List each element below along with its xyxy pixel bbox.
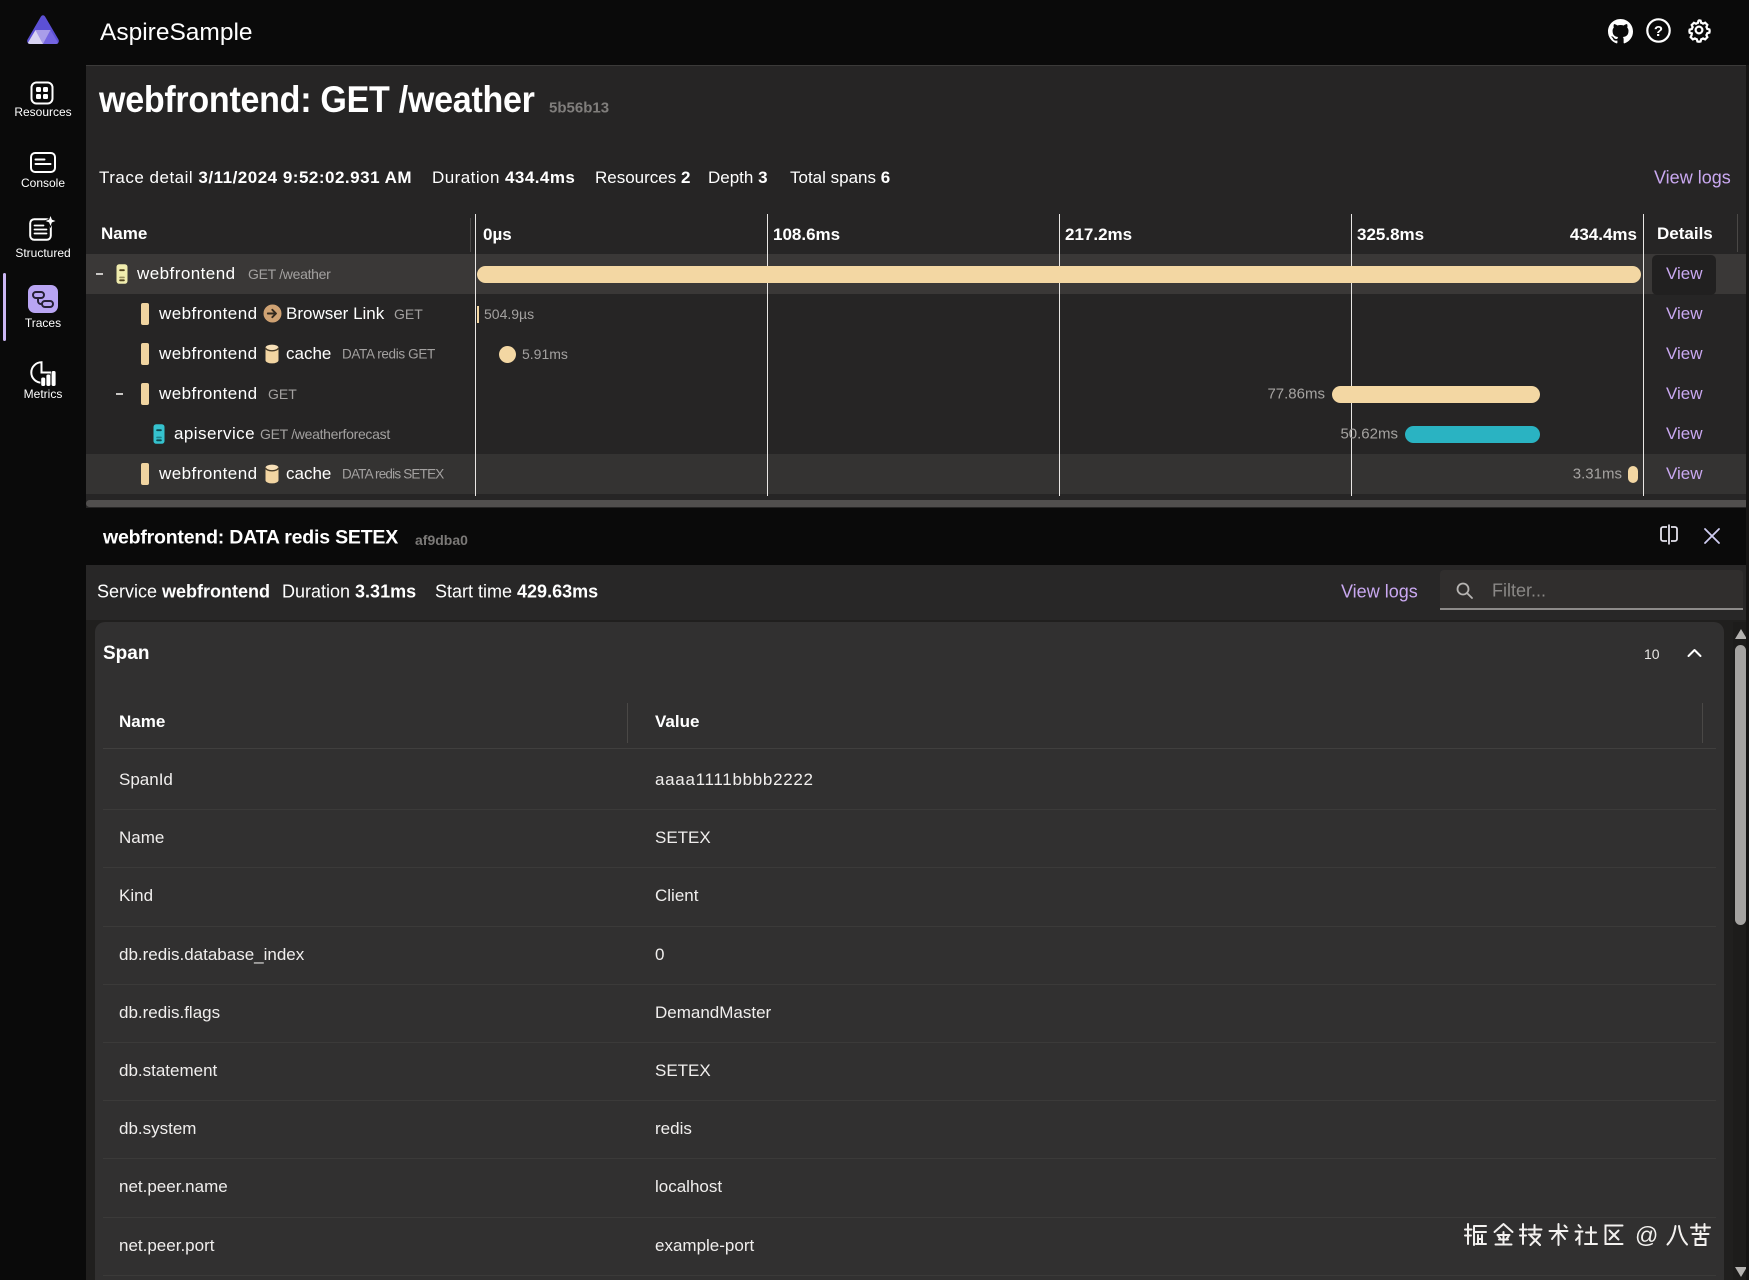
svg-text:@: @ [1635,1222,1658,1248]
svg-text:?: ? [1654,23,1663,40]
